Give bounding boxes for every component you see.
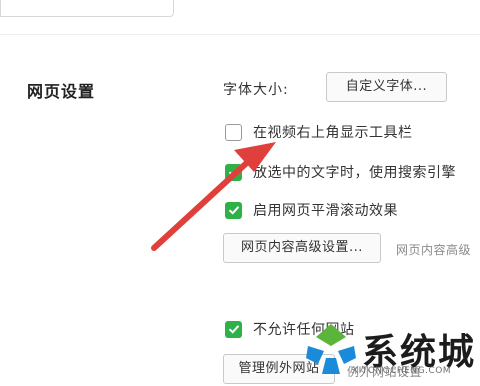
checkbox-row-video-toolbar[interactable]: 在视频右上角显示工具栏 [225, 122, 413, 142]
checkbox[interactable] [225, 201, 242, 219]
check-icon [228, 325, 239, 334]
search-box[interactable] [0, 0, 174, 17]
checkbox[interactable] [225, 123, 242, 141]
section-title: 网页设置 [27, 82, 96, 101]
font-size-label: 字体大小: [223, 82, 289, 98]
watermark-url: XITONGCHENG.COM [352, 366, 452, 376]
checkbox-label: 放选中的文字时，使用搜索引擎 [253, 165, 456, 181]
checkbox[interactable] [225, 320, 242, 338]
check-icon [228, 206, 239, 215]
advanced-hint: 网页内容高级 [396, 243, 472, 257]
checkbox-label: 启用网页平滑滚动效果 [253, 203, 398, 219]
advanced-content-settings-button[interactable]: 网页内容高级设置... [223, 233, 381, 263]
checkbox-label: 在视频右上角显示工具栏 [253, 125, 413, 141]
custom-font-button[interactable]: 自定义字体... [326, 72, 447, 102]
checkbox-row-search-engine[interactable]: 放选中的文字时，使用搜索引擎 [225, 162, 456, 182]
checkbox-row-smooth-scroll[interactable]: 启用网页平滑滚动效果 [225, 200, 398, 220]
divider [0, 34, 480, 35]
check-icon [228, 168, 239, 177]
checkbox[interactable] [225, 163, 242, 181]
